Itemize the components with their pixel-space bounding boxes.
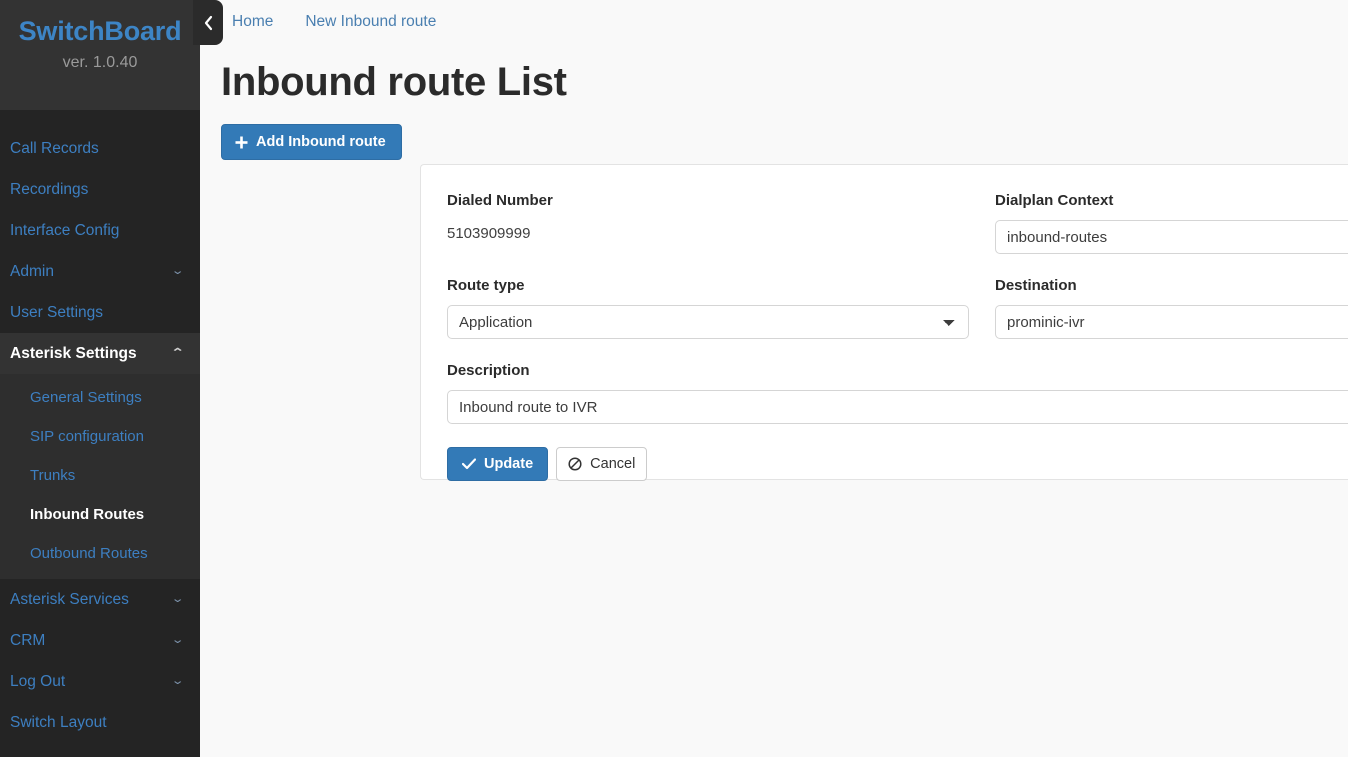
chevron-down-icon: ⌄: [170, 265, 185, 277]
update-button[interactable]: Update: [447, 447, 549, 481]
breadcrumb: Home New Inbound route: [200, 0, 1348, 44]
destination-select[interactable]: prominic-ivr: [995, 305, 1348, 339]
app-brand: SwitchBoard: [18, 16, 182, 46]
sidebar-submenu-asterisk-settings: General Settings SIP configuration Trunk…: [0, 374, 200, 579]
dialed-number-value: 5103909999: [447, 225, 531, 242]
sidebar-item-label: CRM: [10, 632, 46, 649]
sidebar-item-label: Admin: [10, 263, 54, 280]
sidebar-item-label: Recordings: [10, 181, 89, 198]
sidebar-item-label: Call Records: [10, 140, 99, 157]
dialplan-context-input[interactable]: [995, 220, 1348, 254]
nav-link-new-inbound-route[interactable]: New Inbound route: [305, 13, 436, 31]
sidebar-item-label: Asterisk Services: [10, 591, 129, 608]
sidebar-item-label: Asterisk Settings: [10, 345, 137, 362]
sidebar-item-call-records[interactable]: Call Records: [0, 128, 200, 169]
chevron-left-icon: [204, 15, 212, 30]
form-row-2: Route type Application Destination promi…: [447, 276, 1348, 339]
add-inbound-route-label: Add Inbound route: [256, 134, 386, 150]
sidebar-item-log-out[interactable]: Log Out ⌄: [0, 661, 200, 702]
sidebar-item-trunks[interactable]: Trunks: [0, 456, 200, 495]
sidebar-item-admin[interactable]: Admin ⌄: [0, 251, 200, 292]
form-row-3: Description: [447, 361, 1348, 424]
sidebar-item-label: Switch Layout: [10, 714, 107, 731]
app-version: ver. 1.0.40: [62, 54, 138, 71]
app-root: SwitchBoard ver. 1.0.40 Call Records Rec…: [0, 0, 1348, 757]
route-type-label: Route type: [447, 277, 525, 294]
ban-icon: [568, 457, 582, 471]
field-dialplan-context: Dialplan Context: [995, 191, 1348, 254]
nav-link-home[interactable]: Home: [232, 13, 273, 31]
form-actions: Update Cancel: [447, 447, 1348, 481]
sidebar-item-outbound-routes[interactable]: Outbound Routes: [0, 534, 200, 573]
sidebar-item-interface-config[interactable]: Interface Config: [0, 210, 200, 251]
sidebar-subitem-label: Outbound Routes: [30, 545, 148, 562]
field-route-type: Route type Application: [447, 276, 995, 339]
description-label: Description: [447, 362, 530, 379]
sidebar-item-label: User Settings: [10, 304, 104, 321]
sidebar-item-user-settings[interactable]: User Settings: [0, 292, 200, 333]
route-type-select[interactable]: Application: [447, 305, 969, 339]
sidebar-subitem-label: Trunks: [30, 467, 76, 484]
dialed-number-label: Dialed Number: [447, 192, 553, 209]
page-title: Inbound route List: [221, 60, 567, 104]
sidebar-subitem-label: General Settings: [30, 389, 142, 406]
sidebar-item-asterisk-services[interactable]: Asterisk Services ⌄: [0, 579, 200, 620]
sidebar-subitem-label: SIP configuration: [30, 428, 144, 445]
dialplan-context-label: Dialplan Context: [995, 192, 1114, 209]
field-destination: Destination prominic-ivr: [995, 276, 1348, 339]
sidebar-item-general-settings[interactable]: General Settings: [0, 378, 200, 417]
cancel-button[interactable]: Cancel: [556, 447, 648, 481]
plus-icon: [235, 136, 248, 148]
sidebar-item-label: Interface Config: [10, 222, 120, 239]
chevron-up-icon: ⌃: [170, 347, 185, 359]
sidebar-header: SwitchBoard ver. 1.0.40: [0, 0, 200, 110]
sidebar: SwitchBoard ver. 1.0.40 Call Records Rec…: [0, 0, 200, 757]
sidebar-item-asterisk-settings[interactable]: Asterisk Settings ⌃: [0, 333, 200, 374]
sidebar-item-recordings[interactable]: Recordings: [0, 169, 200, 210]
chevron-down-icon: ⌄: [170, 675, 185, 687]
field-dialed-number: Dialed Number 5103909999: [447, 191, 995, 254]
field-description: Description: [447, 361, 1348, 424]
form-row-1: Dialed Number 5103909999 Dialplan Contex…: [447, 191, 1348, 254]
inbound-route-form-card: Dialed Number 5103909999 Dialplan Contex…: [420, 164, 1348, 481]
sidebar-nav: Call Records Recordings Interface Config…: [0, 110, 200, 743]
sidebar-item-crm[interactable]: CRM ⌄: [0, 620, 200, 661]
chevron-down-icon: ⌄: [170, 634, 185, 646]
description-input[interactable]: [447, 390, 1348, 424]
update-button-label: Update: [484, 456, 534, 472]
main-content: Home New Inbound route Inbound route Lis…: [200, 0, 1348, 757]
sidebar-item-inbound-routes[interactable]: Inbound Routes: [0, 495, 200, 534]
sidebar-collapse-toggle[interactable]: [193, 0, 223, 45]
sidebar-item-sip-configuration[interactable]: SIP configuration: [0, 417, 200, 456]
cancel-button-label: Cancel: [590, 456, 636, 472]
destination-label: Destination: [995, 277, 1077, 294]
chevron-down-icon: ⌄: [170, 593, 185, 605]
sidebar-item-label: Log Out: [10, 673, 66, 690]
check-icon: [462, 458, 476, 470]
sidebar-subitem-label: Inbound Routes: [30, 506, 145, 523]
sidebar-item-switch-layout[interactable]: Switch Layout: [0, 702, 200, 743]
add-inbound-route-button[interactable]: Add Inbound route: [221, 124, 402, 160]
